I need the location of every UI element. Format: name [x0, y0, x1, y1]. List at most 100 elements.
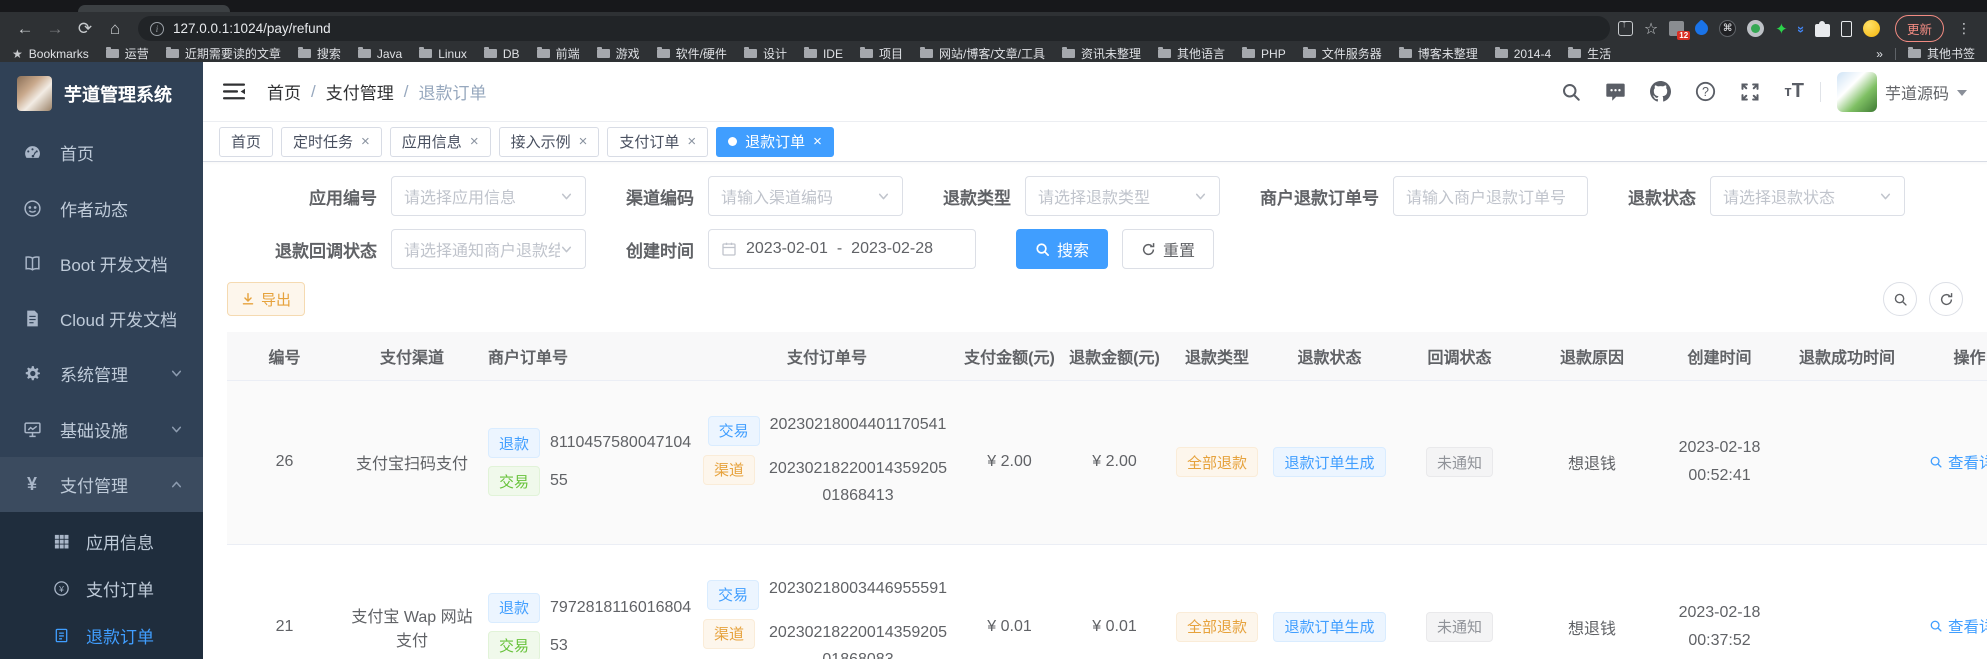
close-icon[interactable]: ×	[361, 134, 370, 149]
bookmark-folder[interactable]: 软件/硬件	[657, 45, 727, 62]
col-id: 编号	[227, 332, 342, 380]
user-menu[interactable]: 芋道源码	[1837, 72, 1967, 112]
export-button[interactable]: 导出	[227, 282, 305, 316]
bookmark-folder[interactable]: 其他语言	[1158, 45, 1225, 62]
sidebar-item-home[interactable]: 首页	[0, 125, 203, 180]
bookmark-folder[interactable]: 前端	[537, 45, 580, 62]
bookmark-folder[interactable]: 文件服务器	[1303, 45, 1382, 62]
bookmark-folder[interactable]: 2014-4	[1495, 47, 1551, 61]
address-bar[interactable]: i 127.0.0.1:1024/pay/refund	[138, 16, 1610, 41]
sidebar-item-app-info[interactable]: 应用信息	[0, 518, 203, 565]
chevron-down-icon	[1879, 190, 1892, 203]
app-id-select[interactable]: 请选择应用信息	[391, 176, 586, 216]
bookmark-folder[interactable]: 搜索	[298, 45, 341, 62]
extension-command-icon[interactable]: ⌘	[1719, 20, 1736, 37]
message-icon[interactable]	[1605, 81, 1626, 102]
callback-status-tag: 未通知	[1426, 447, 1493, 477]
select-placeholder: 请选择通知商户退款结果	[404, 237, 560, 261]
tab-integration-demo[interactable]: 接入示例×	[499, 127, 600, 157]
bookmark-folder[interactable]: PHP	[1242, 47, 1286, 61]
reset-button[interactable]: 重置	[1122, 229, 1214, 269]
tab-label: 支付订单	[619, 131, 679, 152]
help-icon[interactable]: ?	[1695, 81, 1716, 102]
extension-pin-icon[interactable]	[1695, 22, 1708, 35]
bookmark-folder[interactable]: 项目	[860, 45, 903, 62]
extension-chevrons-icon[interactable]: »	[1794, 26, 1809, 31]
browser-tab[interactable]	[78, 5, 230, 12]
browser-menu-icon[interactable]: ⋮	[1955, 20, 1973, 37]
bookmark-folder[interactable]: 网站/博客/文章/工具	[920, 45, 1045, 62]
bookmarks-overflow-icon[interactable]: »	[1876, 47, 1883, 61]
extension-star-icon[interactable]: ✦	[1775, 20, 1788, 38]
coin-icon: ¥	[50, 580, 72, 597]
channel-code-select[interactable]: 请输入渠道编码	[708, 176, 903, 216]
forward-button[interactable]: →	[40, 16, 70, 42]
reload-button[interactable]: ⟳	[70, 16, 100, 42]
view-details-link[interactable]: 查看详情	[1929, 615, 1987, 637]
font-size-icon[interactable]: тT	[1784, 80, 1804, 103]
sidebar-item-payment[interactable]: ¥ 支付管理	[0, 457, 203, 512]
sidebar-item-cloud-docs[interactable]: Cloud 开发文档	[0, 291, 203, 346]
search-icon[interactable]	[1561, 82, 1581, 102]
tab-home[interactable]: 首页	[219, 127, 273, 157]
search-button[interactable]: 搜索	[1016, 229, 1108, 269]
bookmark-folder[interactable]: IDE	[804, 47, 843, 61]
bookmark-folder[interactable]: DB	[484, 47, 520, 61]
sidebar-collapse-icon[interactable]	[223, 82, 245, 101]
tab-scheduled-jobs[interactable]: 定时任务×	[281, 127, 382, 157]
app-logo[interactable]: 芋道管理系统	[0, 62, 203, 125]
extension-red-icon[interactable]: 12	[1669, 21, 1684, 36]
back-button[interactable]: ←	[10, 16, 40, 42]
tab-app-info[interactable]: 应用信息×	[390, 127, 491, 157]
tab-refund-order[interactable]: 退款订单×	[716, 127, 834, 157]
yuan-icon: ¥	[20, 475, 44, 493]
breadcrumb-home[interactable]: 首页	[267, 79, 301, 104]
sidebar-item-boot-docs[interactable]: Boot 开发文档	[0, 236, 203, 291]
toggle-search-button[interactable]	[1883, 282, 1917, 316]
refresh-button[interactable]	[1929, 282, 1963, 316]
close-icon[interactable]: ×	[470, 134, 479, 149]
close-icon[interactable]: ×	[687, 134, 696, 149]
extension-camera-icon[interactable]	[1747, 20, 1764, 37]
sidebar-item-infra[interactable]: 基础设施	[0, 401, 203, 456]
bookmark-folder[interactable]: 博客未整理	[1399, 45, 1478, 62]
merchant-refund-no-input[interactable]: 请输入商户退款订单号	[1393, 176, 1588, 216]
fullscreen-icon[interactable]	[1740, 82, 1760, 102]
bookmark-star-icon[interactable]: ☆	[1644, 19, 1658, 39]
bookmark-folder[interactable]: 游戏	[597, 45, 640, 62]
bookmark-folder[interactable]: 运营	[106, 45, 149, 62]
home-button[interactable]: ⌂	[100, 16, 130, 42]
sidebar-item-refund-order[interactable]: 退款订单	[0, 612, 203, 659]
chrome-update-button[interactable]: 更新	[1895, 15, 1944, 42]
github-icon[interactable]	[1650, 81, 1671, 102]
other-bookmarks[interactable]: 其他书签	[1908, 45, 1975, 62]
callback-status-select[interactable]: 请选择通知商户退款结果	[391, 229, 586, 269]
bookmarks-root[interactable]: ★Bookmarks	[12, 47, 89, 61]
profile-avatar-icon[interactable]	[1863, 20, 1880, 37]
refund-type-select[interactable]: 请选择退款类型	[1025, 176, 1220, 216]
sidebar-item-system[interactable]: 系统管理	[0, 346, 203, 401]
extensions-puzzle-icon[interactable]	[1815, 21, 1830, 37]
bookmark-folder[interactable]: Java	[358, 47, 402, 61]
share-icon[interactable]	[1618, 21, 1633, 36]
bookmark-folder[interactable]: 设计	[744, 45, 787, 62]
bookmark-folder[interactable]: 资讯未整理	[1062, 45, 1141, 62]
pay-channel-no: 2023021822001435920501868413	[765, 455, 951, 509]
device-toolbar-icon[interactable]	[1841, 21, 1852, 37]
bookmark-folder[interactable]: 近期需要读的文章	[166, 45, 281, 62]
refund-status-select[interactable]: 请选择退款状态	[1710, 176, 1905, 216]
bookmark-folder[interactable]: Linux	[419, 47, 467, 61]
view-details-link[interactable]: 查看详情	[1929, 451, 1987, 473]
bookmark-label: 资讯未整理	[1081, 45, 1141, 62]
close-icon[interactable]: ×	[579, 134, 588, 149]
bookmark-folder[interactable]: 生活	[1568, 45, 1611, 62]
sidebar-item-author[interactable]: 作者动态	[0, 180, 203, 235]
tab-pay-order[interactable]: 支付订单 ×	[607, 127, 708, 157]
site-info-icon[interactable]: i	[150, 22, 164, 36]
breadcrumb-payment[interactable]: 支付管理	[326, 79, 394, 104]
close-icon[interactable]: ×	[813, 134, 822, 149]
refund-status-tag: 退款订单生成	[1273, 612, 1385, 642]
sidebar-item-pay-order[interactable]: ¥ 支付订单	[0, 565, 203, 612]
date-range-picker[interactable]: 2023-02-01 - 2023-02-28	[708, 229, 976, 269]
date-start: 2023-02-01	[746, 240, 828, 258]
